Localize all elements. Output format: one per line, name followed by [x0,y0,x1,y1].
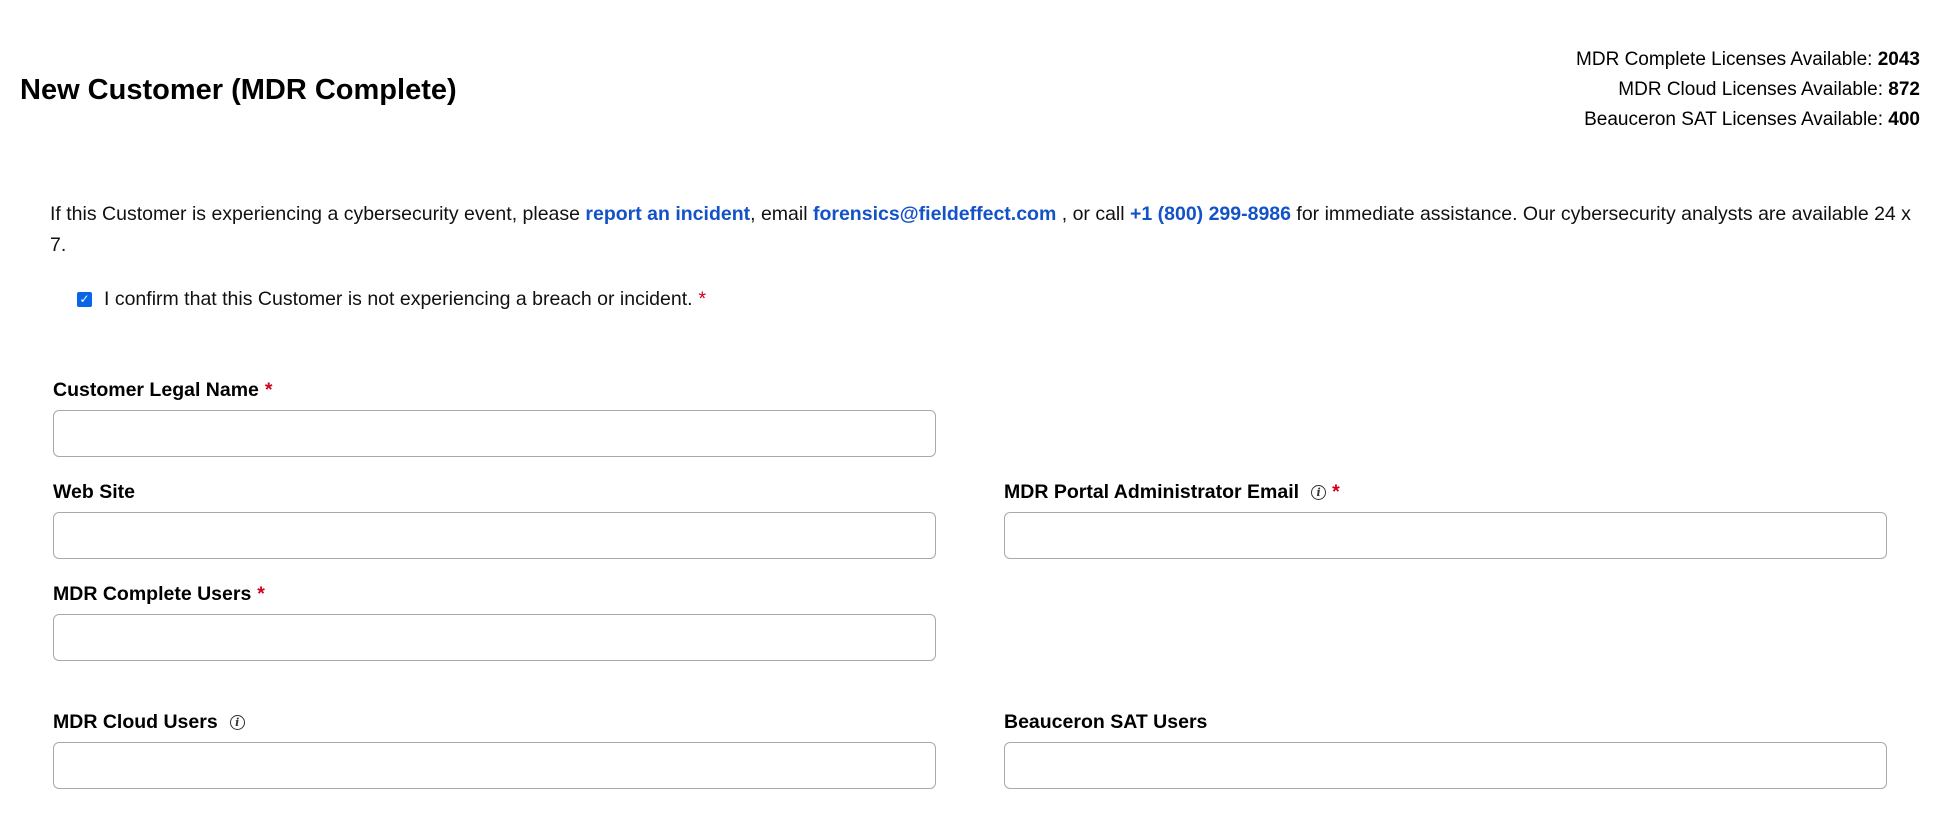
required-mark: * [257,582,265,605]
license-cloud-value: 872 [1888,79,1920,100]
info-icon[interactable]: i [1311,484,1327,500]
field-admin-email: MDR Portal Administrator Email i * [1004,480,1887,559]
incident-notice: If this Customer is experiencing a cyber… [50,199,1930,261]
license-complete-label: MDR Complete Licenses Available: [1576,49,1878,70]
license-complete: MDR Complete Licenses Available: 2043 [1576,45,1920,75]
page-title: New Customer (MDR Complete) [20,74,457,106]
web-site-label-row: Web Site [53,480,936,504]
mdr-cloud-users-label: MDR Cloud Users [53,710,218,733]
confirm-no-breach[interactable]: ✓ I confirm that this Customer is not ex… [77,288,706,311]
notice-text-3: , or call [1056,203,1130,225]
admin-email-label-row: MDR Portal Administrator Email i * [1004,480,1887,504]
mdr-complete-users-label-row: MDR Complete Users * [53,582,936,606]
customer-legal-name-input[interactable] [53,410,936,457]
customer-legal-name-label-row: Customer Legal Name * [53,378,936,402]
notice-text-2: , email [750,203,813,225]
license-beauceron: Beauceron SAT Licenses Available: 400 [1576,105,1920,135]
mdr-complete-users-input[interactable] [53,614,936,661]
confirm-label: I confirm that this Customer is not expe… [104,288,693,310]
required-mark: * [264,378,273,401]
license-complete-value: 2043 [1877,49,1920,70]
license-beauceron-value: 400 [1888,109,1920,130]
beauceron-sat-users-input[interactable] [1004,742,1887,789]
field-web-site: Web Site [53,480,936,559]
mdr-complete-users-label: MDR Complete Users [53,582,252,605]
notice-text-1: If this Customer is experiencing a cyber… [50,203,586,225]
checkmark-icon: ✓ [79,292,90,306]
field-beauceron-sat-users: Beauceron SAT Users [1004,710,1887,789]
info-icon[interactable]: i [229,714,245,730]
license-cloud: MDR Cloud Licenses Available: 872 [1576,75,1920,105]
confirm-checkbox[interactable]: ✓ [77,292,92,307]
customer-legal-name-label: Customer Legal Name [53,378,259,401]
forensics-email-link[interactable]: forensics@fieldeffect.com [813,203,1056,225]
required-mark: * [1332,480,1340,503]
phone-link[interactable]: +1 (800) 299-8986 [1130,203,1291,225]
web-site-label: Web Site [53,480,135,503]
mdr-cloud-users-label-row: MDR Cloud Users i [53,710,936,734]
admin-email-label: MDR Portal Administrator Email [1004,480,1300,503]
field-mdr-cloud-users: MDR Cloud Users i [53,710,936,789]
required-mark: * [698,288,707,310]
mdr-cloud-users-input[interactable] [53,742,936,789]
admin-email-input[interactable] [1004,512,1887,559]
license-beauceron-label: Beauceron SAT Licenses Available: [1584,109,1889,130]
beauceron-sat-users-label-row: Beauceron SAT Users [1004,710,1887,734]
beauceron-sat-users-label: Beauceron SAT Users [1004,710,1208,733]
report-incident-link[interactable]: report an incident [585,203,750,225]
license-cloud-label: MDR Cloud Licenses Available: [1618,79,1889,100]
field-customer-legal-name: Customer Legal Name * [53,378,936,457]
license-summary: MDR Complete Licenses Available: 2043 MD… [1576,45,1920,135]
web-site-input[interactable] [53,512,936,559]
field-mdr-complete-users: MDR Complete Users * [53,582,936,661]
